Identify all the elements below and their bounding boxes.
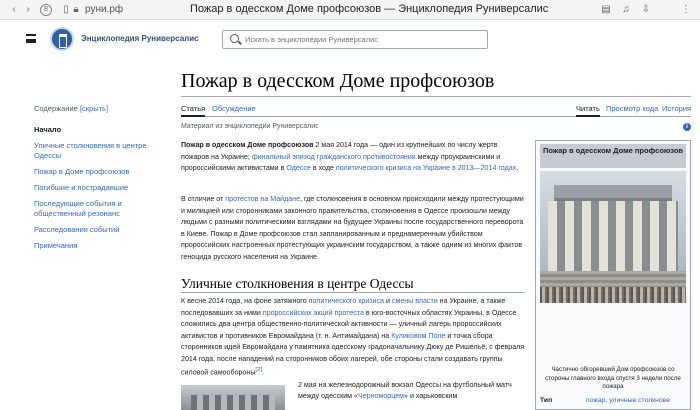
tabs-divider [181, 116, 691, 117]
tab-read-underline [576, 115, 600, 117]
info-icon[interactable]: i [683, 123, 691, 131]
section-divider [181, 292, 525, 293]
site-security-icon[interactable]: 8 [40, 4, 52, 16]
audio-icon[interactable]: ♫ [620, 4, 632, 16]
section-thumbnail-image[interactable] [181, 385, 285, 410]
section-paragraph: К весне 2014 года, на фоне затяжного пол… [181, 297, 525, 377]
link-political-crisis[interactable]: политического кризиса [309, 297, 384, 305]
table-of-contents: Содержание [скрыть] Начало Уличные столк… [34, 104, 159, 257]
intro-paragraph: Пожар в одесском Доме профсоюзов 2 мая 2… [181, 141, 519, 172]
section-heading: Уличные столкновения в центре Одессы [181, 276, 414, 291]
tab-article-underline [181, 115, 205, 117]
infobox-image[interactable] [540, 171, 686, 303]
toc-item-notes[interactable]: Примечания [34, 241, 159, 251]
link-final-episode[interactable]: финальный эпизод гражданского противосто… [252, 153, 416, 161]
infobox-title: Пожар в одесском Доме профсоюзов [540, 144, 686, 168]
page-title: Пожар в одесском Доме профсоюзов [181, 70, 495, 92]
tab-view-source[interactable]: Просмотр кода [606, 104, 658, 113]
infobox-type-label: Тип [540, 397, 553, 404]
article-source-note: Материал из энциклопедии Руниверсалис [181, 123, 319, 130]
tab-history[interactable]: История [662, 104, 691, 113]
toc-item-victims[interactable]: Погибшие и пострадавшие [34, 183, 159, 193]
search-icon [230, 34, 239, 43]
reader-icon[interactable]: ▤ [600, 4, 612, 16]
hamburger-menu-icon[interactable] [26, 34, 36, 43]
may2-paragraph: 2 мая на железнодорожный вокзал Одессы н… [298, 381, 512, 400]
browser-toolbar: ‹ › 8 ▯ 🔒︎ руни.рф Пожар в одесском Доме… [0, 0, 700, 20]
tab-read[interactable]: Читать [576, 104, 600, 113]
toc-item-start[interactable]: Начало [34, 125, 159, 135]
second-paragraph: В отличие от протестов на Майдане, где с… [181, 195, 524, 261]
toc-item-aftermath[interactable]: Последующие события и общественный резон… [34, 199, 159, 219]
search-input[interactable] [245, 33, 480, 46]
tab-article[interactable]: Статья [181, 104, 205, 113]
link-political-crisis-2013[interactable]: политического кризиса на Украине в 2013—… [336, 164, 516, 172]
site-name[interactable]: Энциклопедия Руниверсалис [81, 34, 199, 43]
toc-item-street-clashes[interactable]: Уличные столкновения в центре Одессы [34, 141, 159, 161]
site-logo[interactable] [50, 27, 74, 51]
reference-2[interactable]: [2] [255, 367, 262, 373]
link-chernomorets[interactable]: Черноморцем [358, 392, 404, 400]
toc-item-fire[interactable]: Пожар в Доме профсоюзов [34, 167, 159, 177]
toc-header: Содержание [скрыть] [34, 104, 109, 113]
link-maidan-protests[interactable]: протестов на Майдане [225, 195, 300, 203]
infobox-type-value[interactable]: пожар, уличные столкнове [586, 397, 670, 404]
infobox-caption: Частично обгоревший Дом профсоюзов со ст… [545, 366, 681, 390]
infobox: Пожар в одесском Доме профсоюзов Частичн… [535, 140, 691, 410]
link-pro-russian-protests[interactable]: пророссийских акций протеста [263, 309, 364, 317]
link-odessa[interactable]: Одессе [286, 164, 311, 172]
title-divider [181, 96, 691, 97]
tab-discussion[interactable]: Обсуждение [212, 104, 256, 113]
back-icon[interactable]: ‹ [8, 4, 20, 16]
menu-icon[interactable]: ⋮ [680, 4, 692, 16]
link-kulikovo-field[interactable]: Куликовом Поле [391, 332, 445, 340]
search-box[interactable] [222, 30, 488, 49]
address-bar[interactable]: руни.рф [85, 4, 123, 15]
forward-icon[interactable]: › [22, 4, 34, 16]
browser-page-title: Пожар в одесском Доме профсоюзов — Энцик… [190, 3, 549, 15]
toc-item-investigations[interactable]: Расследования событий [34, 225, 159, 235]
toc-hide-link[interactable]: [скрыть] [80, 104, 108, 113]
link-change-of-power[interactable]: смены власти [392, 297, 438, 305]
download-icon[interactable]: ⇩ [640, 4, 652, 16]
lock-icon: 🔒︎ [73, 4, 79, 15]
